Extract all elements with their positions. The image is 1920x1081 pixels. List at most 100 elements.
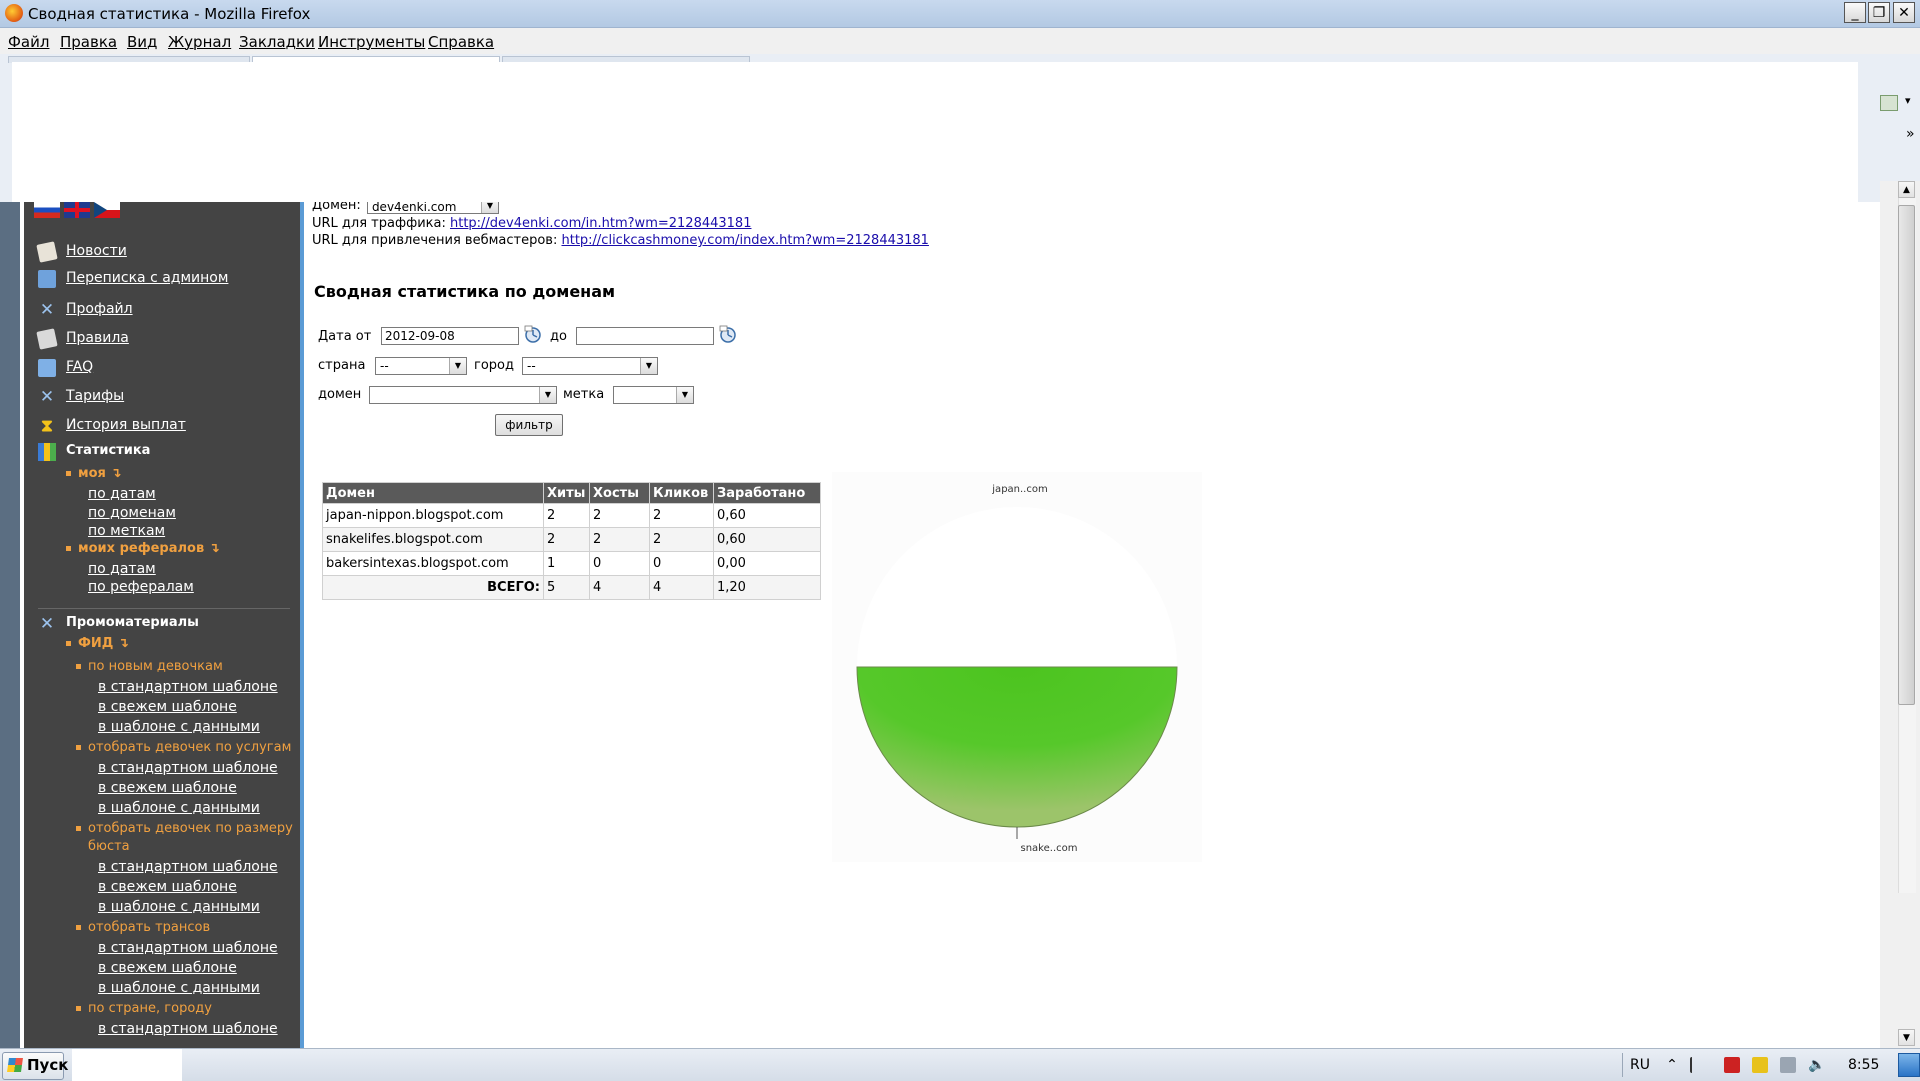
calendar-icon[interactable] bbox=[523, 324, 543, 344]
date-from-input[interactable]: 2012-09-08 bbox=[381, 327, 519, 345]
start-label: Пуск bbox=[27, 1056, 69, 1074]
sidebar-item-label[interactable]: История выплат bbox=[66, 417, 186, 433]
pie-slice[interactable] bbox=[857, 507, 1177, 667]
stats-my-by-dates[interactable]: по датам bbox=[88, 486, 156, 502]
menu-help[interactable]: Справка bbox=[428, 33, 494, 51]
promo-group-label[interactable]: отобрать девочек по услугам bbox=[76, 740, 291, 755]
promo-group-label[interactable]: отобрать трансов bbox=[76, 920, 210, 935]
flag-icon[interactable] bbox=[1690, 1057, 1708, 1073]
promo-link[interactable]: в шаблоне с данными bbox=[98, 980, 260, 996]
bullet-icon bbox=[66, 546, 71, 551]
column-header[interactable]: Домен bbox=[322, 482, 544, 504]
column-header[interactable]: Заработано bbox=[713, 482, 821, 504]
domain-select-value: dev4enki.com bbox=[371, 202, 457, 214]
webmaster-url-link[interactable]: http://clickcashmoney.com/index.htm?wm=2… bbox=[561, 233, 928, 248]
country-select[interactable]: -- ▼ bbox=[375, 357, 467, 375]
promo-link[interactable]: в шаблоне с данными bbox=[98, 719, 260, 735]
tools-icon: ✕ bbox=[39, 614, 55, 634]
menu-edit[interactable]: Правка bbox=[60, 33, 117, 51]
promo-link[interactable]: в стандартном шаблоне bbox=[98, 679, 278, 695]
menu-history[interactable]: Журнал bbox=[168, 33, 231, 51]
flag-ru-icon[interactable] bbox=[34, 202, 60, 218]
promo-link[interactable]: в шаблоне с данными bbox=[98, 899, 260, 915]
stats-my-by-domains[interactable]: по доменам bbox=[88, 505, 176, 521]
clock[interactable]: 8:55 bbox=[1848, 1057, 1879, 1073]
stats-my-by-tags[interactable]: по меткам bbox=[88, 523, 165, 539]
domain-stats-table: Домен Хиты Хосты Кликов Заработано japan… bbox=[322, 482, 821, 600]
show-hidden-icons-icon[interactable]: ⌃ bbox=[1664, 1057, 1680, 1073]
antivirus-icon[interactable] bbox=[1724, 1057, 1740, 1073]
start-button[interactable]: Пуск bbox=[2, 1052, 68, 1080]
filter-domain-select[interactable]: ▼ bbox=[369, 386, 557, 404]
promo-link[interactable]: в стандартном шаблоне bbox=[98, 940, 278, 956]
scroll-down-icon[interactable]: ▼ bbox=[1898, 1029, 1915, 1046]
scroll-up-icon[interactable]: ▲ bbox=[1898, 181, 1915, 198]
stats-ref-by-dates[interactable]: по датам bbox=[88, 561, 156, 577]
cell-hosts: 2 bbox=[589, 503, 650, 528]
restore-button[interactable]: ❐ bbox=[1868, 2, 1890, 23]
sidebar-item-label[interactable]: Переписка с админом bbox=[66, 270, 228, 286]
promo-group-label[interactable]: отобрать девочек по размеру bbox=[76, 821, 293, 836]
menu-view[interactable]: Вид bbox=[127, 33, 157, 51]
promo-group-label[interactable]: по новым девочкам bbox=[76, 659, 223, 674]
show-desktop-button[interactable] bbox=[1898, 1053, 1920, 1077]
sidebar-item-label[interactable]: Профайл bbox=[66, 301, 133, 317]
menu-bookmarks[interactable]: Закладки bbox=[239, 33, 315, 51]
promo-feed-label[interactable]: ФИД ↴ bbox=[66, 636, 129, 651]
date-from-label: Дата от bbox=[318, 329, 372, 344]
stats-icon bbox=[38, 443, 56, 461]
sidebar-item-label[interactable]: Тарифы bbox=[66, 388, 124, 404]
table-total-row: ВСЕГО: 5 4 4 1,20 bbox=[322, 575, 821, 600]
promo-link[interactable]: в шаблоне с данными bbox=[98, 800, 260, 816]
pie-slice[interactable] bbox=[856, 666, 1178, 828]
tag-select[interactable]: ▼ bbox=[613, 386, 694, 404]
column-header[interactable]: Хиты bbox=[543, 482, 590, 504]
bullet-icon bbox=[66, 641, 71, 646]
extension-icon[interactable] bbox=[1880, 95, 1898, 111]
pie-chart-svg: japan..com snake..com bbox=[856, 484, 1178, 854]
calendar-icon[interactable] bbox=[718, 324, 738, 344]
promo-link[interactable]: в стандартном шаблоне bbox=[98, 1021, 278, 1037]
vertical-scrollbar[interactable]: ▲ ▼ bbox=[1880, 181, 1920, 1048]
flag-cz-icon[interactable] bbox=[94, 202, 120, 218]
cell-earned: 0,00 bbox=[713, 551, 821, 576]
promo-group-label[interactable]: по стране, городу bbox=[76, 1001, 212, 1016]
domain-select[interactable]: dev4enki.com ▼ bbox=[366, 202, 499, 214]
arrow-down-icon: ↴ bbox=[208, 541, 220, 556]
flag-uk-icon[interactable] bbox=[64, 202, 90, 218]
news-icon bbox=[36, 241, 58, 263]
language-indicator[interactable]: RU bbox=[1630, 1057, 1650, 1073]
sidebar-item-label[interactable]: Правила bbox=[66, 330, 129, 346]
city-select[interactable]: -- ▼ bbox=[522, 357, 658, 375]
traffic-url-link[interactable]: http://dev4enki.com/in.htm?wm=2128443181 bbox=[450, 216, 751, 231]
column-header[interactable]: Хосты bbox=[589, 482, 650, 504]
sidebar-item-label[interactable]: FAQ bbox=[66, 359, 93, 375]
filter-button[interactable]: фильтр bbox=[495, 414, 563, 436]
scrollbar-thumb[interactable] bbox=[1898, 205, 1915, 705]
sidebar-item-label[interactable]: Новости bbox=[66, 243, 127, 259]
menu-tools[interactable]: Инструменты bbox=[318, 33, 425, 51]
close-button[interactable]: ✕ bbox=[1893, 2, 1915, 23]
stats-ref-label[interactable]: моих рефералов ↴ bbox=[66, 541, 220, 556]
network-icon[interactable] bbox=[1780, 1057, 1796, 1073]
promo-link[interactable]: в свежем шаблоне bbox=[98, 879, 237, 895]
overflow-chevron-icon[interactable]: » bbox=[1906, 126, 1915, 142]
volume-icon[interactable]: 🔈 bbox=[1808, 1057, 1825, 1073]
user-icon[interactable] bbox=[1752, 1057, 1768, 1073]
city-label: город bbox=[474, 358, 514, 373]
promo-link[interactable]: в свежем шаблоне bbox=[98, 780, 237, 796]
firefox-icon bbox=[5, 4, 23, 22]
bullet-icon bbox=[66, 471, 71, 476]
promo-link[interactable]: в стандартном шаблоне bbox=[98, 760, 278, 776]
total-clicks: 4 bbox=[649, 575, 714, 600]
promo-link[interactable]: в свежем шаблоне bbox=[98, 960, 237, 976]
stats-my-label[interactable]: моя ↴ bbox=[66, 466, 121, 481]
chevron-down-icon[interactable]: ▾ bbox=[1905, 94, 1911, 107]
promo-link[interactable]: в стандартном шаблоне bbox=[98, 859, 278, 875]
column-header[interactable]: Кликов bbox=[649, 482, 714, 504]
stats-ref-by-referrals[interactable]: по рефералам bbox=[88, 579, 194, 595]
promo-link[interactable]: в свежем шаблоне bbox=[98, 699, 237, 715]
minimize-button[interactable]: _ bbox=[1844, 2, 1866, 23]
menu-file[interactable]: Файл bbox=[8, 33, 49, 51]
date-to-input[interactable] bbox=[576, 327, 714, 345]
